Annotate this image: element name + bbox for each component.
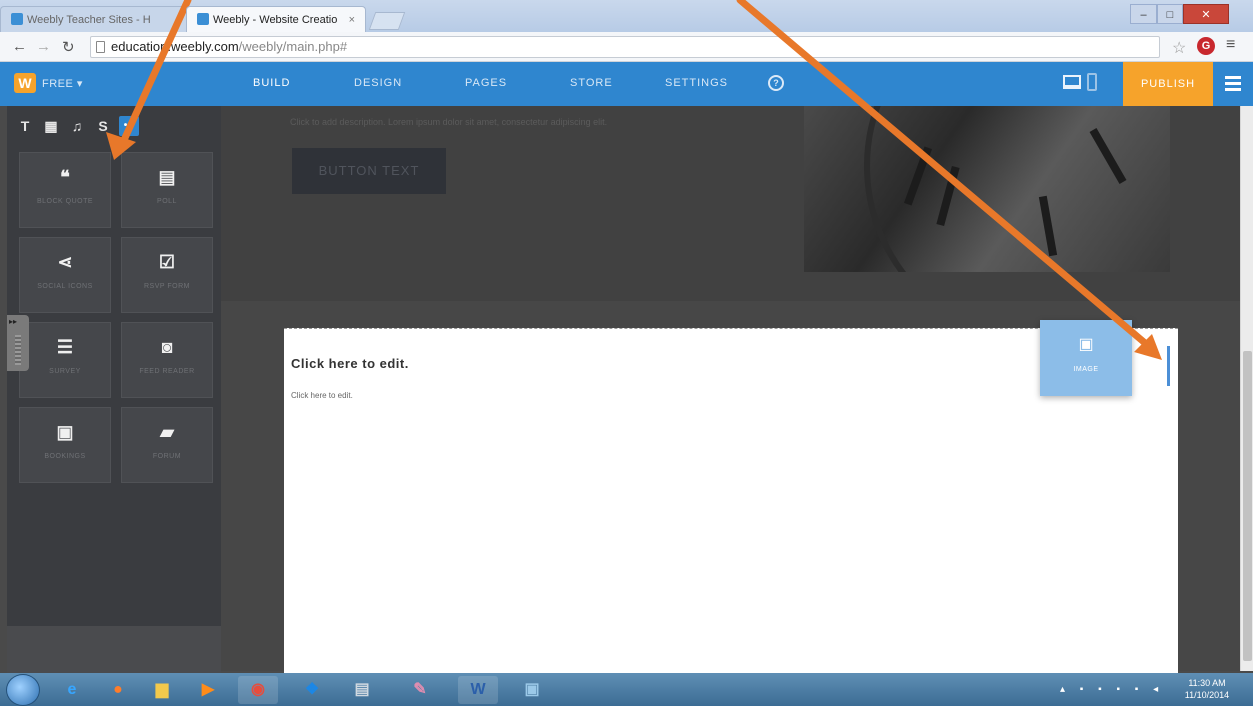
tab-label: Weebly - Website Creatio	[213, 14, 338, 26]
close-tab-icon[interactable]: ×	[349, 7, 355, 32]
paint-icon[interactable]: ✎	[400, 676, 440, 704]
dragged-image-element[interactable]: ▣ Image	[1040, 320, 1132, 396]
tab-pages[interactable]: PAGES	[465, 77, 507, 89]
element-social-icons[interactable]: ⋖ Social Icons	[19, 237, 111, 313]
chrome-icon[interactable]: ◉	[238, 676, 278, 704]
url-host: education.weebly.com	[111, 39, 239, 54]
taskbar-clock[interactable]: 11:30 AM 11/10/2014	[1182, 677, 1232, 701]
bookmark-star-icon[interactable]: ☆	[1172, 38, 1186, 58]
sidebar-collapse-handle[interactable]: ▸▸	[7, 315, 29, 371]
word-icon[interactable]: W	[458, 676, 498, 704]
tab-design[interactable]: DESIGN	[354, 77, 402, 89]
scrollbar-thumb[interactable]	[1243, 351, 1252, 661]
tab-label: Weebly Teacher Sites - H	[27, 14, 151, 26]
basic-category-icon[interactable]: T	[15, 116, 35, 136]
element-label: Block Quote	[36, 198, 94, 205]
windows-taskbar: e ● ▆ ▶ ◉ ❖ ▤ ✎ W ▣ ▴ ▪ ▪ ▪ ▪ ◂ 11:30 AM…	[0, 673, 1253, 706]
element-label: RSVP Form	[144, 283, 190, 290]
more-category-icon[interactable]: •••	[119, 116, 139, 136]
clock-date: 11/10/2014	[1184, 690, 1230, 700]
element-label: Image	[1073, 366, 1099, 373]
help-icon[interactable]: ?	[768, 75, 784, 91]
element-label: Forum	[152, 453, 182, 460]
element-label: Poll	[157, 198, 177, 205]
chat-bubbles-icon: ▰	[160, 422, 174, 442]
extension-icon[interactable]: G	[1197, 37, 1215, 55]
close-window-button[interactable]: ✕	[1183, 4, 1229, 24]
internet-explorer-icon[interactable]: e	[52, 676, 92, 704]
back-arrow-icon[interactable]: ←	[12, 38, 27, 55]
browser-tab-weebly-teacher-sites[interactable]: Weebly Teacher Sites - H	[0, 6, 188, 32]
maximize-button[interactable]: □	[1157, 4, 1183, 24]
poll-icon: ▤	[158, 167, 176, 187]
url-path: /weebly/main.php#	[238, 39, 348, 54]
publish-button[interactable]: PUBLISH	[1123, 62, 1213, 106]
clock-photo[interactable]	[804, 106, 1170, 272]
element-poll[interactable]: ▤ Poll	[121, 152, 213, 228]
element-forum[interactable]: ▰ Forum	[121, 407, 213, 483]
section-title[interactable]: Click here to edit.	[291, 356, 409, 371]
section-body[interactable]: Click here to edit.	[291, 391, 353, 400]
system-tray-icons[interactable]: ▴ ▪ ▪ ▪ ▪ ◂	[1060, 684, 1164, 695]
dropbox-icon[interactable]: ❖	[292, 676, 332, 704]
browser-tab-strip: Weebly Teacher Sites - H Weebly - Websit…	[0, 0, 1253, 32]
element-feed-reader[interactable]: ◙ Feed Reader	[121, 322, 213, 398]
media-category-icon[interactable]: ♫	[67, 116, 87, 136]
new-tab-button[interactable]	[368, 12, 406, 30]
page-scrollbar[interactable]	[1240, 106, 1253, 671]
mobile-view-icon[interactable]	[1087, 73, 1097, 91]
minimize-button[interactable]: ‒	[1130, 4, 1157, 24]
elements-sidebar: T ▦ ♫ S ••• ❝ Block Quote ▤ Poll ⋖ Socia…	[7, 106, 221, 626]
structure-category-icon[interactable]: ▦	[41, 116, 61, 136]
start-button[interactable]	[6, 674, 40, 706]
forward-arrow-icon[interactable]: →	[36, 38, 51, 55]
calendar-icon: ▣	[56, 422, 74, 442]
address-bar[interactable]: education.weebly.com/weebly/main.php#	[90, 36, 1160, 58]
grip-icon	[15, 335, 21, 365]
chrome-menu-icon[interactable]: ≡	[1226, 36, 1235, 54]
expand-arrow-icon: ▸▸	[9, 317, 18, 326]
drop-indicator	[1167, 346, 1170, 386]
plan-dropdown[interactable]: FREE ▾	[42, 77, 83, 90]
element-survey[interactable]: ☰ Survey	[19, 322, 111, 398]
reload-icon[interactable]: ↻	[62, 38, 75, 56]
tab-build[interactable]: BUILD	[230, 62, 314, 106]
clock-time: 11:30 AM	[1188, 678, 1226, 688]
weebly-favicon-icon	[197, 13, 209, 25]
sidebar-category-tabs: T ▦ ♫ S •••	[7, 106, 221, 148]
element-label: Feed Reader	[139, 368, 195, 375]
firefox-icon[interactable]: ●	[98, 676, 138, 704]
browser-toolbar: ← → ↻ education.weebly.com/weebly/main.p…	[0, 32, 1253, 62]
browser-tab-weebly-website-creation[interactable]: Weebly - Website Creatio ×	[186, 6, 366, 32]
app-window-icon[interactable]: ▣	[512, 676, 552, 704]
tab-settings[interactable]: SETTINGS	[665, 77, 728, 89]
element-label: Social Icons	[37, 283, 93, 290]
media-player-icon[interactable]: ▶	[188, 676, 228, 704]
image-icon: ▣	[1078, 336, 1094, 353]
share-icon: ⋖	[57, 252, 73, 272]
element-bookings[interactable]: ▣ Bookings	[19, 407, 111, 483]
calendar-check-icon: ☑	[158, 252, 176, 272]
hero-description[interactable]: Click to add description. Lorem ipsum do…	[290, 117, 607, 127]
weebly-top-nav: W FREE ▾ BUILD DESIGN PAGES STORE SETTIN…	[0, 62, 1253, 106]
element-block-quote[interactable]: ❝ Block Quote	[19, 152, 111, 228]
hero-button[interactable]: BUTTON TEXT	[292, 148, 446, 194]
element-rsvp-form[interactable]: ☑ RSVP Form	[121, 237, 213, 313]
weebly-favicon-icon	[11, 13, 23, 25]
element-label: Survey	[49, 368, 81, 375]
quote-icon: ❝	[60, 167, 70, 187]
rss-icon: ◙	[161, 337, 173, 357]
desktop-view-icon[interactable]	[1063, 75, 1081, 89]
notepad-icon[interactable]: ▤	[342, 676, 382, 704]
commerce-category-icon[interactable]: S	[93, 116, 113, 136]
hamburger-menu-icon[interactable]	[1225, 76, 1241, 94]
weebly-logo[interactable]: W	[14, 73, 36, 93]
page-icon	[96, 41, 105, 53]
tab-store[interactable]: STORE	[570, 77, 613, 89]
survey-icon: ☰	[56, 337, 74, 357]
file-explorer-icon[interactable]: ▆	[142, 676, 182, 704]
element-label: Bookings	[44, 453, 86, 460]
